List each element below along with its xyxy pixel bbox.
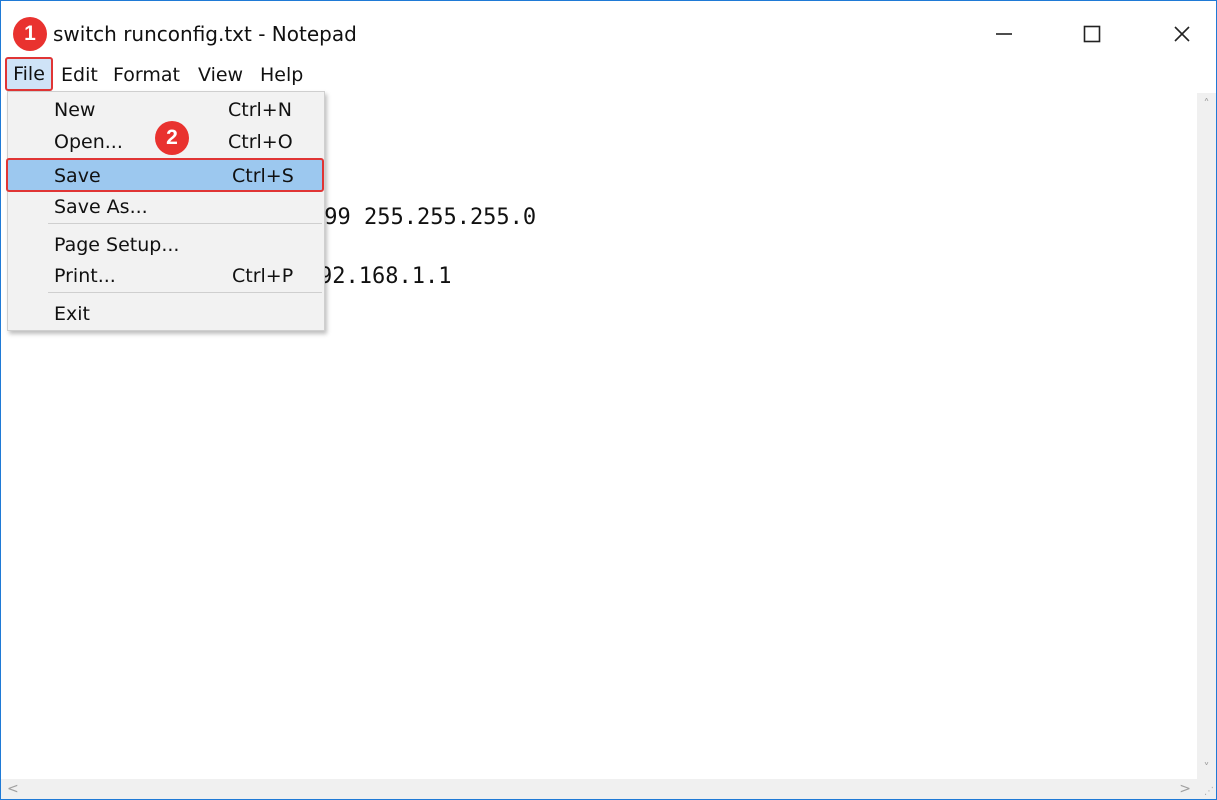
menu-item-shortcut: Ctrl+P — [232, 265, 294, 287]
menu-item-shortcut: Ctrl+O — [228, 131, 293, 153]
step-1-badge: 1 — [13, 17, 47, 51]
menu-item-label: New — [54, 99, 96, 121]
menu-help[interactable]: Help — [260, 64, 303, 86]
scroll-down-icon[interactable]: ˅ — [1197, 757, 1216, 779]
menu-separator — [48, 223, 322, 224]
menu-file[interactable]: File — [5, 57, 53, 91]
menu-file-label: File — [13, 63, 45, 85]
menu-item-label: Print... — [54, 265, 116, 287]
menu-item-shortcut: Ctrl+N — [228, 99, 292, 121]
menu-format[interactable]: Format — [113, 64, 180, 86]
step-2-badge: 2 — [155, 121, 189, 155]
vertical-scrollbar[interactable]: ˄ ˅ — [1197, 93, 1216, 779]
notepad-window: switch runconfig.txt - Notepad File Edit… — [0, 0, 1217, 800]
minimize-icon — [996, 33, 1012, 35]
menu-edit[interactable]: Edit — [61, 64, 98, 86]
scroll-right-icon[interactable]: > — [1179, 779, 1191, 799]
window-title: switch runconfig.txt - Notepad — [53, 22, 357, 46]
menu-view[interactable]: View — [198, 64, 243, 86]
minimize-button[interactable] — [981, 11, 1027, 57]
menu-item-label: Exit — [54, 303, 90, 325]
scroll-up-icon[interactable]: ˄ — [1197, 93, 1216, 115]
menu-item-label: Open... — [54, 131, 123, 153]
menu-bar: File Edit Format View Help — [1, 57, 1216, 91]
menu-item-label: Save — [54, 165, 101, 187]
close-icon — [1174, 26, 1190, 42]
menu-item-shortcut: Ctrl+S — [232, 165, 294, 187]
menu-separator — [48, 292, 322, 293]
menu-item-save-as[interactable]: Save As... — [8, 192, 324, 222]
menu-item-exit[interactable]: Exit — [8, 299, 324, 329]
menu-item-page-setup[interactable]: Page Setup... — [8, 230, 324, 260]
maximize-icon — [1083, 25, 1101, 43]
title-bar[interactable]: switch runconfig.txt - Notepad — [1, 1, 1216, 57]
menu-item-label: Page Setup... — [54, 234, 180, 256]
menu-item-new[interactable]: New Ctrl+N — [8, 95, 324, 125]
close-button[interactable] — [1159, 11, 1205, 57]
maximize-button[interactable] — [1069, 11, 1115, 57]
resize-grip-icon[interactable]: ⋰ — [1197, 779, 1216, 799]
menu-item-save[interactable]: Save Ctrl+S — [6, 158, 324, 192]
menu-item-label: Save As... — [54, 196, 148, 218]
scroll-left-icon[interactable]: < — [7, 779, 19, 799]
menu-item-print[interactable]: Print... Ctrl+P — [8, 261, 324, 291]
horizontal-scrollbar[interactable]: < > — [1, 779, 1197, 799]
